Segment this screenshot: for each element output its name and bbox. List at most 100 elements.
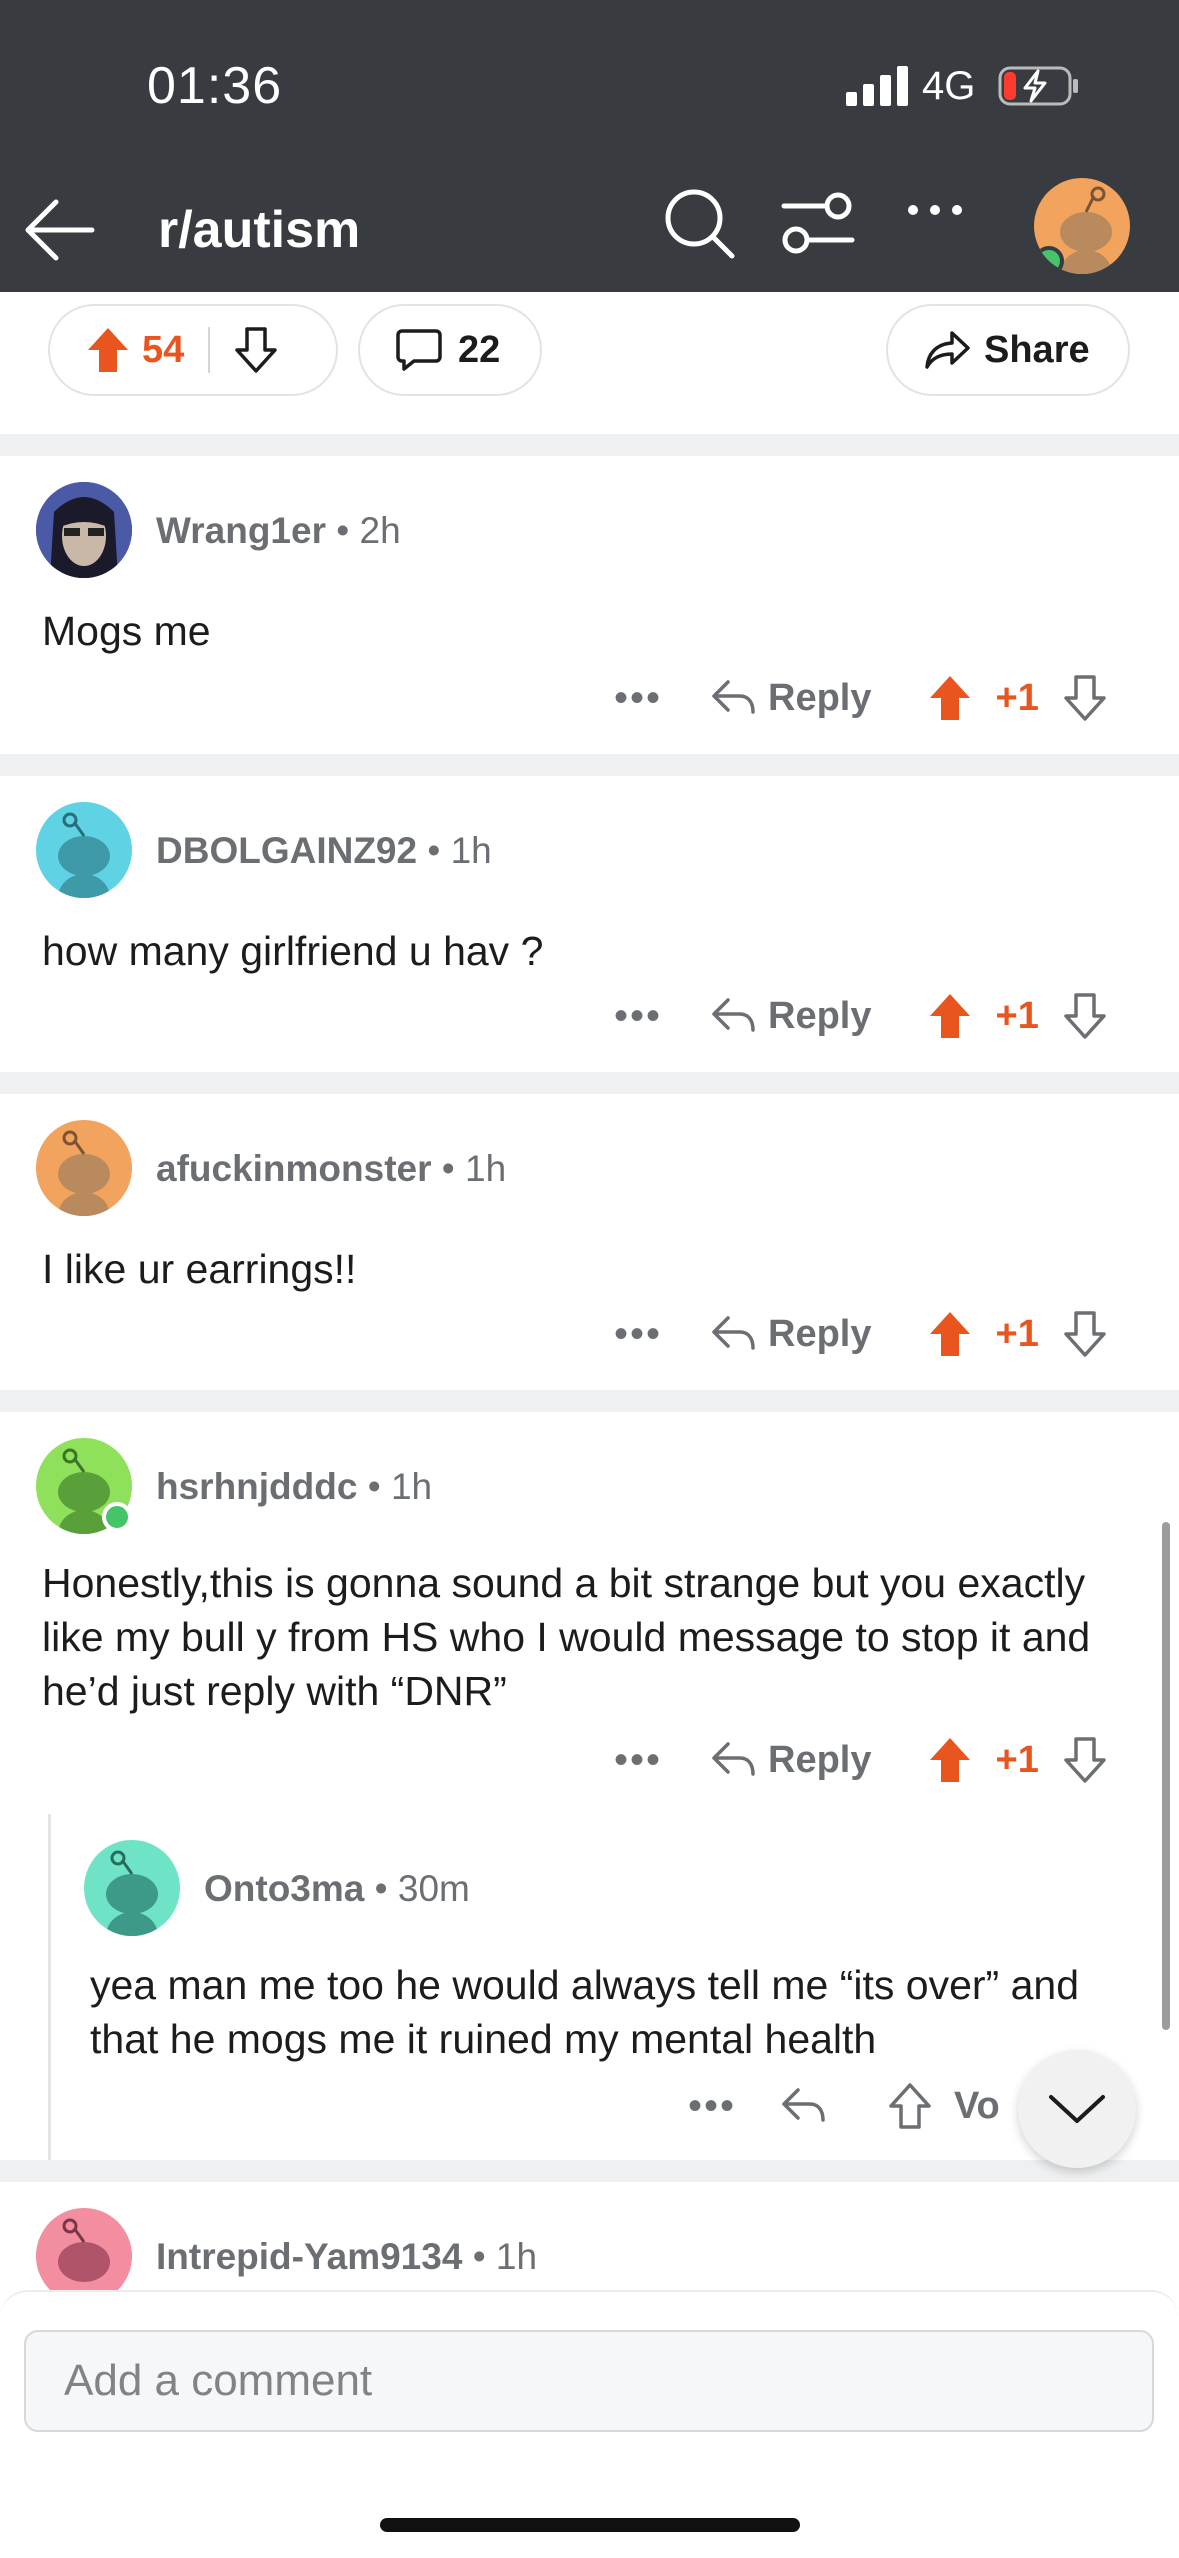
comment-text: how many girlfriend u hav ? [42, 928, 544, 974]
more-options-icon[interactable]: ••• [614, 676, 662, 721]
upvote-filled-icon[interactable] [928, 992, 972, 1040]
comment-username[interactable]: Intrepid-Yam9134 [156, 2236, 462, 2277]
comment-score: +1 [995, 1738, 1039, 1781]
section-divider [0, 754, 1179, 776]
comment-card: Wrang1er • 2h Mogs me ••• Reply +1 [0, 456, 1179, 754]
more-options-icon[interactable]: ••• [614, 994, 662, 1039]
meta-dot: • [472, 2236, 496, 2277]
comment-actions: ••• Reply +1 [614, 668, 1107, 728]
comment-vote: +1 [928, 1736, 1107, 1784]
comment-username[interactable]: hsrhnjdddc [156, 1466, 357, 1507]
comment-composer [0, 2290, 1179, 2558]
nav-row: r/autism [0, 170, 1179, 280]
comment-score: +1 [995, 676, 1039, 719]
network-label: 4G [922, 64, 976, 108]
online-status-dot [1034, 246, 1064, 274]
reply-arrow-icon[interactable] [780, 2086, 826, 2126]
comment-actions: ••• Reply +1 [614, 1730, 1107, 1790]
comment-avatar[interactable] [36, 1438, 132, 1534]
reply-button[interactable]: Reply [710, 677, 872, 720]
vote-separator [208, 327, 211, 373]
reply-actions: ••• Vo [688, 2076, 1000, 2136]
more-options-icon[interactable]: ••• [688, 2084, 736, 2129]
post-vote-pill: 54 [48, 304, 338, 396]
comment-card: Intrepid-Yam9134 • 1h [0, 2182, 1179, 2304]
reply-label: Reply [768, 1738, 872, 1781]
chevron-down-icon [1049, 2095, 1105, 2123]
share-label: Share [984, 328, 1090, 371]
reply-arrow-icon [712, 1316, 755, 1350]
reply-arrow-icon [712, 1742, 755, 1776]
comment-avatar[interactable] [36, 482, 132, 578]
snoo-icon [58, 812, 110, 898]
comment-card: afuckinmonster • 1h I like ur earrings!!… [0, 1094, 1179, 1390]
reply-username[interactable]: Onto3ma [204, 1868, 364, 1909]
comment-card: DBOLGAINZ92 • 1h how many girlfriend u h… [0, 776, 1179, 1072]
reply-arrow-icon [712, 680, 755, 714]
upvote-filled-icon[interactable] [928, 674, 972, 722]
meta-dot: • [367, 1466, 391, 1507]
comment-meta: afuckinmonster • 1h [156, 1148, 506, 1190]
comment-text: I like ur earrings!! [42, 1246, 357, 1292]
back-arrow-icon[interactable] [22, 192, 98, 268]
comment-username[interactable]: DBOLGAINZ92 [156, 830, 417, 871]
reply-button[interactable]: Reply [710, 1312, 872, 1356]
comment-meta: DBOLGAINZ92 • 1h [156, 830, 492, 872]
reply-meta: Onto3ma • 30m [204, 1868, 470, 1910]
reply-time: 30m [397, 1868, 470, 1909]
downvote-icon[interactable] [234, 326, 278, 374]
upvote-filled-icon[interactable] [86, 326, 130, 374]
comment-username[interactable]: Wrang1er [156, 510, 326, 551]
reply-button[interactable]: Reply [710, 995, 872, 1038]
thread-line[interactable] [48, 1814, 51, 2160]
subreddit-title[interactable]: r/autism [158, 200, 360, 260]
more-options-icon[interactable] [905, 200, 965, 220]
comment-time: 1h [495, 2236, 538, 2277]
upvote-filled-icon[interactable] [928, 1736, 972, 1784]
downvote-icon[interactable] [1063, 1310, 1107, 1358]
comment-avatar[interactable] [36, 1120, 132, 1216]
anime-avatar-icon [36, 482, 132, 578]
battery-charging-icon [998, 66, 1078, 106]
downvote-icon[interactable] [1063, 992, 1107, 1040]
downvote-icon[interactable] [1063, 1736, 1107, 1784]
share-button[interactable]: Share [886, 304, 1130, 396]
post-upvote-count: 54 [142, 328, 185, 371]
scrollbar[interactable] [1162, 1522, 1170, 2030]
reply-button[interactable]: Reply [710, 1738, 872, 1782]
comment-score: +1 [995, 1312, 1039, 1355]
comment-card: hsrhnjdddc • 1h Honestly,this is gonna s… [0, 1412, 1179, 2160]
comment-time: 1h [390, 1466, 433, 1507]
comment-time: 2h [359, 510, 401, 551]
downvote-icon[interactable] [1063, 674, 1107, 722]
comment-avatar[interactable] [36, 802, 132, 898]
snoo-icon [106, 1850, 158, 1936]
comment-vote: +1 [928, 674, 1107, 722]
user-avatar[interactable] [1034, 178, 1130, 274]
upvote-filled-icon[interactable] [928, 1310, 972, 1358]
snoo-icon [58, 1130, 110, 1216]
comment-time: 1h [465, 1148, 507, 1189]
more-options-icon[interactable]: ••• [614, 1312, 662, 1357]
comment-meta: Wrang1er • 2h [156, 510, 401, 552]
more-options-icon[interactable]: ••• [614, 1738, 662, 1783]
vote-label: Vo [954, 2084, 1000, 2127]
section-divider [0, 434, 1179, 456]
comment-vote: +1 [928, 992, 1107, 1040]
upvote-outline-icon[interactable] [888, 2082, 932, 2130]
meta-dot: • [441, 1148, 466, 1189]
comments-count: 22 [458, 328, 501, 371]
comment-bubble-icon [396, 329, 442, 371]
sort-filter-icon[interactable] [780, 190, 856, 256]
comment-text: Honestly,this is gonna sound a bit stran… [42, 1560, 1091, 1714]
section-divider [0, 1390, 1179, 1412]
reply-label: Reply [768, 1312, 872, 1355]
comment-vote: +1 [928, 1310, 1107, 1358]
comment-actions: ••• Reply +1 [614, 986, 1107, 1046]
reply-avatar[interactable] [84, 1840, 180, 1936]
add-comment-input[interactable] [24, 2330, 1154, 2432]
next-comment-button[interactable] [1018, 2050, 1136, 2168]
comments-count-pill[interactable]: 22 [358, 304, 542, 396]
comment-username[interactable]: afuckinmonster [156, 1148, 432, 1189]
search-icon[interactable] [660, 184, 740, 264]
